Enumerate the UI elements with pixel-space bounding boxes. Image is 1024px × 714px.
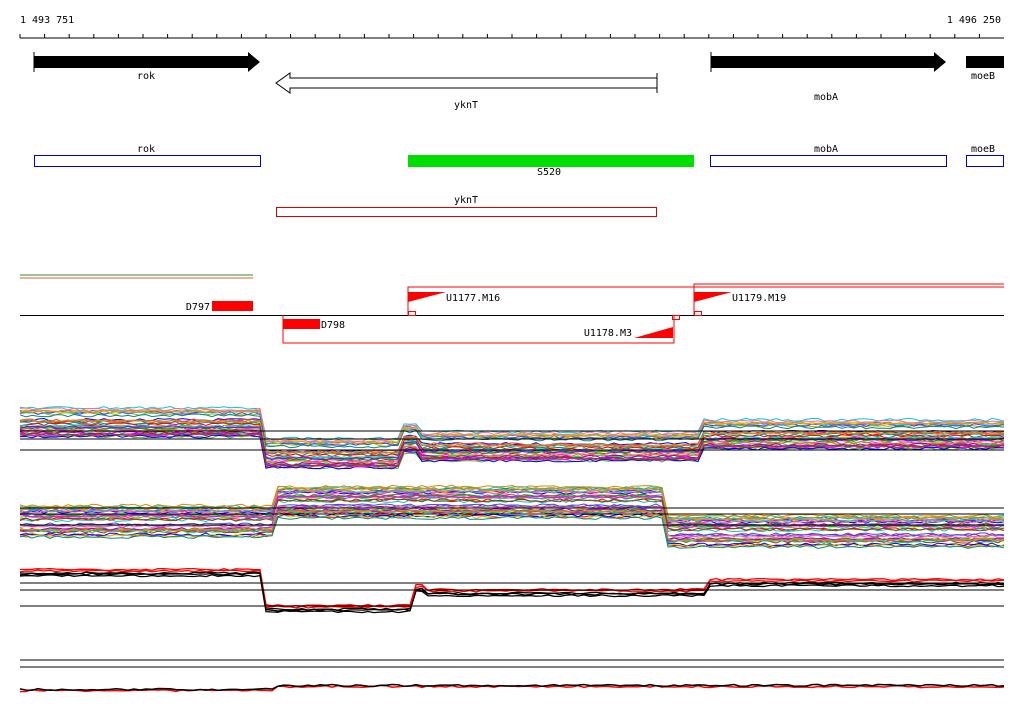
gene-moeB[interactable]: moeB: [966, 56, 1004, 82]
expression-line: [20, 571, 1005, 611]
segment-track: D797 D798 U1177.M16 U1178.M3 U1179.M19: [20, 274, 1004, 344]
gene-arrow: [966, 56, 1004, 68]
end-coordinate: 1 496 250: [947, 15, 1001, 26]
region-label: yknT: [454, 195, 478, 206]
segment-marker: [408, 311, 416, 316]
segment-label: U1178.M3: [584, 328, 632, 339]
region-box: [276, 207, 657, 217]
ruler-ticks: [19, 34, 980, 38]
segment-block: [212, 301, 253, 311]
segment-marker: [694, 311, 702, 316]
segment-label: D798: [321, 320, 345, 331]
genome-browser: 1 493 751 1 496 250 rok yknT mobA moeB r…: [0, 0, 1024, 714]
segment-U1177-M16[interactable]: U1177.M16: [407, 286, 1004, 316]
coordinate-ruler: 1 493 751 1 496 250: [19, 15, 1004, 39]
gene-arrow: [34, 52, 260, 72]
segment-label: D797: [186, 302, 210, 313]
region-track: rok S520 mobA moeB yknT: [34, 144, 1004, 217]
gene-mobA[interactable]: mobA: [710, 52, 946, 103]
segment-flag: [408, 292, 446, 302]
region-label: mobA: [814, 144, 838, 155]
segment-label: U1177.M16: [446, 293, 500, 304]
segment-flag: [694, 292, 732, 302]
segment-flag: [634, 327, 673, 338]
region-yknT[interactable]: yknT: [276, 195, 657, 217]
gene-rok[interactable]: rok: [33, 52, 260, 82]
region-moeB[interactable]: moeB: [966, 144, 1004, 167]
segment-U1178-M3[interactable]: U1178.M3: [584, 315, 680, 340]
expression-panel-1: [19, 405, 1005, 470]
gene-yknT[interactable]: yknT: [275, 72, 658, 111]
gene-label: moeB: [971, 71, 995, 82]
segment-U1179-M19[interactable]: U1179.M19: [693, 283, 1004, 316]
region-label: S520: [537, 167, 561, 178]
region-box: [710, 155, 947, 167]
genome-browser-canvas: 1 493 751 1 496 250 rok yknT mobA moeB r…: [19, 15, 1005, 693]
region-box: [408, 155, 694, 167]
segment-label: U1179.M19: [732, 293, 786, 304]
gene-label: yknT: [454, 100, 478, 111]
region-S520[interactable]: S520: [408, 155, 694, 178]
gene-label: rok: [137, 71, 155, 82]
expression-panel-2: [19, 484, 1005, 550]
region-box: [966, 155, 1004, 167]
gene-track: rok yknT mobA moeB: [33, 52, 1004, 111]
gene-arrow: [711, 52, 946, 72]
expression-panel-4: [19, 659, 1005, 693]
gene-label: mobA: [814, 92, 838, 103]
region-mobA[interactable]: mobA: [710, 144, 947, 167]
gene-arrow: [275, 72, 658, 94]
start-coordinate: 1 493 751: [20, 15, 74, 26]
segment-block: [283, 319, 320, 329]
region-label: rok: [137, 144, 155, 155]
region-box: [34, 155, 261, 167]
expression-panel-3: [19, 567, 1005, 614]
region-rok[interactable]: rok: [34, 144, 261, 167]
segment-D797[interactable]: D797: [186, 301, 253, 313]
region-label: moeB: [971, 144, 995, 155]
